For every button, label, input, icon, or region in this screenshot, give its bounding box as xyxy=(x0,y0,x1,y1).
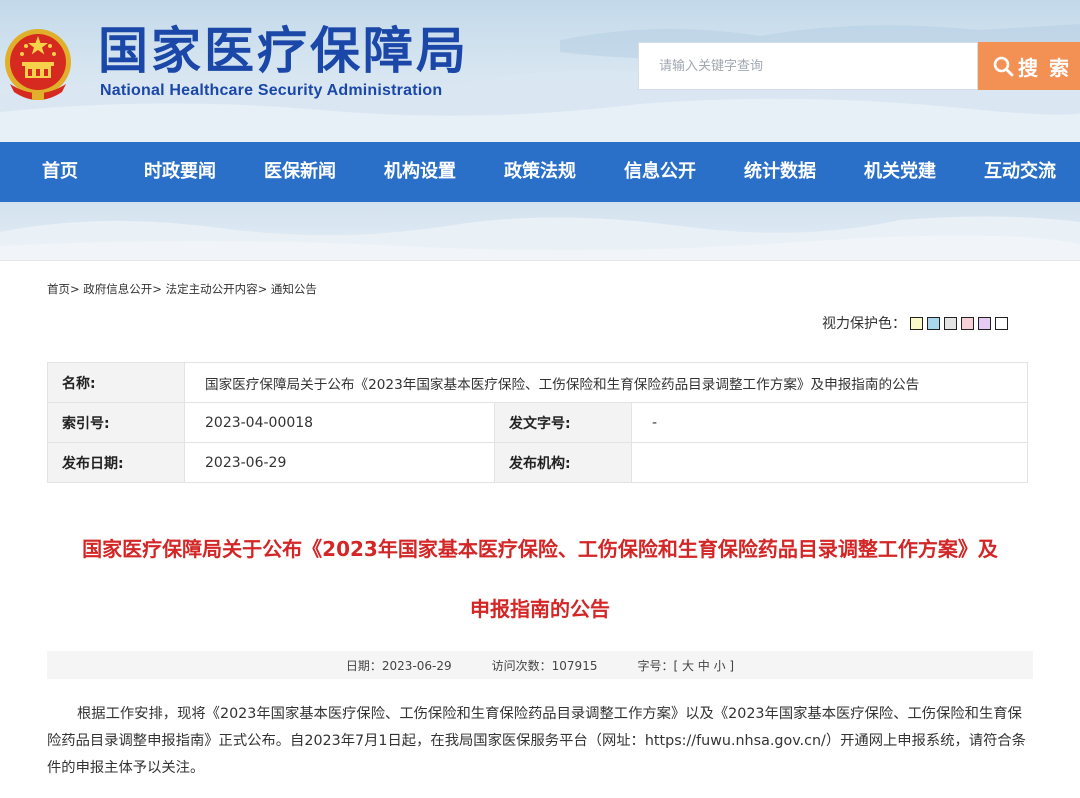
font-size-selector[interactable]: 字号：[ 大 中 小 ] xyxy=(637,657,734,674)
swatch-gray[interactable] xyxy=(944,316,957,330)
meta-index-label: 索引号: xyxy=(47,402,185,443)
nav-item-interaction[interactable]: 互动交流 xyxy=(970,142,1070,202)
meta-org-value xyxy=(631,442,1028,483)
article-visits: 访问次数：107915 xyxy=(491,658,598,673)
search-icon xyxy=(993,56,1014,77)
search-input[interactable] xyxy=(638,42,978,90)
nav-item-news[interactable]: 医保新闻 xyxy=(250,142,350,202)
nav-item-policy[interactable]: 政策法规 xyxy=(490,142,590,202)
article-title-line2: 申报指南的公告 xyxy=(470,597,610,621)
nav-item-home[interactable]: 首页 xyxy=(22,142,98,202)
swatch-purple[interactable] xyxy=(978,316,991,330)
search-button[interactable]: 搜 索 xyxy=(978,42,1080,90)
nav-item-party[interactable]: 机关党建 xyxy=(850,142,950,202)
meta-docno-value: - xyxy=(631,402,1028,443)
document-meta-table: 名称: 国家医疗保障局关于公布《2023年国家基本医疗保险、工伤保险和生育保险药… xyxy=(47,362,1028,483)
meta-org-label: 发布机构: xyxy=(494,442,632,483)
banner-mountains xyxy=(0,216,1080,260)
site-title-en: National Healthcare Security Administrat… xyxy=(100,82,443,99)
search-button-label: 搜 索 xyxy=(1018,55,1071,80)
content-area: 首页> 政府信息公开> 法定主动公开内容> 通知公告 视力保护色： 名称: 国家… xyxy=(0,260,1080,798)
eye-protection-label: 视力保护色： xyxy=(822,316,906,332)
meta-date-label: 发布日期: xyxy=(47,442,185,483)
swatch-white[interactable] xyxy=(995,316,1008,330)
meta-index-value: 2023-04-00018 xyxy=(184,402,495,443)
meta-docno-label: 发文字号: xyxy=(494,402,632,443)
site-title-cn: 国家医疗保障局 xyxy=(98,21,469,80)
nav-item-organization[interactable]: 机构设置 xyxy=(370,142,470,202)
nav-item-statistics[interactable]: 统计数据 xyxy=(730,142,830,202)
national-emblem-icon xyxy=(5,29,71,100)
article-date: 日期：2023-06-29 xyxy=(345,658,452,673)
site-header: 国家医疗保障局 National Healthcare Security Adm… xyxy=(0,0,1080,142)
banner-strip xyxy=(0,202,1080,260)
eye-protection-selector: 视力保护色： xyxy=(822,313,1008,333)
nav-item-politics[interactable]: 时政要闻 xyxy=(130,142,230,202)
main-nav: 首页 时政要闻 医保新闻 机构设置 政策法规 信息公开 统计数据 机关党建 互动… xyxy=(0,142,1080,202)
article-title-line1: 国家医疗保障局关于公布《2023年国家基本医疗保险、工伤保险和生育保险药品目录调… xyxy=(82,537,998,561)
meta-name-value: 国家医疗保障局关于公布《2023年国家基本医疗保险、工伤保险和生育保险药品目录调… xyxy=(184,362,1028,403)
nav-item-disclosure[interactable]: 信息公开 xyxy=(610,142,710,202)
swatch-blue[interactable] xyxy=(927,316,940,330)
swatch-yellow[interactable] xyxy=(910,316,923,330)
breadcrumb[interactable]: 首页> 政府信息公开> 法定主动公开内容> 通知公告 xyxy=(47,281,317,297)
article-body: 根据工作安排，现将《2023年国家基本医疗保险、工伤保险和生育保险药品目录调整工… xyxy=(47,706,1026,776)
swatch-pink[interactable] xyxy=(961,316,974,330)
meta-name-label: 名称: xyxy=(47,362,185,403)
article-info-bar: 日期：2023-06-29 访问次数：107915 字号：[ 大 中 小 ] xyxy=(47,651,1033,679)
meta-date-value: 2023-06-29 xyxy=(184,442,495,483)
